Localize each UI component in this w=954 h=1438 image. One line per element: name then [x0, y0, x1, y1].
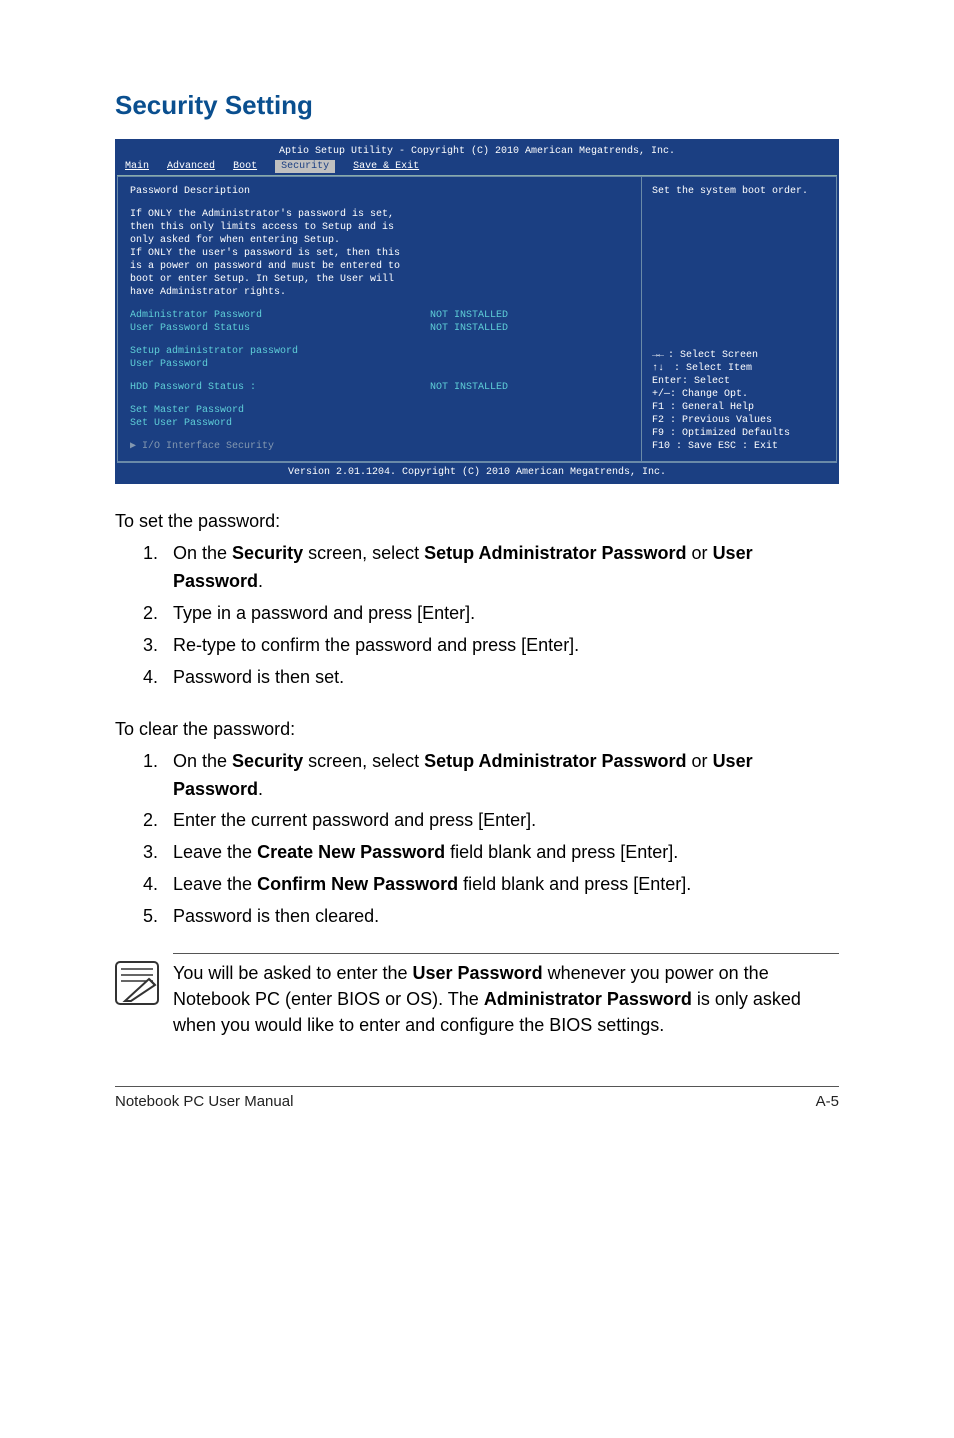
set-user-password-item[interactable]: Set User Password: [130, 417, 629, 430]
bios-help-description: Set the system boot order.: [652, 185, 826, 198]
bios-tab-boot[interactable]: Boot: [233, 160, 257, 173]
admin-password-value: NOT INSTALLED: [430, 309, 508, 322]
password-description-title: Password Description: [130, 185, 629, 198]
io-interface-security-item[interactable]: ▶ I/O Interface Security: [130, 440, 629, 453]
clear-password-steps: On the Security screen, select Setup Adm…: [115, 748, 839, 931]
set-password-steps: On the Security screen, select Setup Adm…: [115, 540, 839, 691]
page-footer: Notebook PC User Manual A-5: [115, 1086, 839, 1110]
set-master-password-item[interactable]: Set Master Password: [130, 404, 629, 417]
bios-left-panel: Password Description If ONLY the Adminis…: [117, 176, 641, 462]
setup-admin-password-item[interactable]: Setup administrator password: [130, 345, 629, 358]
list-item: On the Security screen, select Setup Adm…: [163, 540, 839, 596]
note-text: You will be asked to enter the User Pass…: [173, 953, 839, 1038]
list-item: Enter the current password and press [En…: [163, 807, 839, 835]
bios-tab-bar: Main Advanced Boot Security Save & Exit: [117, 160, 837, 175]
page-number: A-5: [816, 1093, 839, 1110]
list-item: On the Security screen, select Setup Adm…: [163, 748, 839, 804]
footer-title: Notebook PC User Manual: [115, 1093, 293, 1110]
bios-tab-main[interactable]: Main: [125, 160, 149, 173]
clear-password-intro: To clear the password:: [115, 716, 839, 742]
list-item: Leave the Create New Password field blan…: [163, 839, 839, 867]
list-item: Re-type to confirm the password and pres…: [163, 632, 839, 660]
hdd-password-status-value: NOT INSTALLED: [430, 381, 508, 394]
page-heading: Security Setting: [115, 90, 839, 121]
note-box: You will be asked to enter the User Pass…: [115, 953, 839, 1038]
bios-screenshot: Aptio Setup Utility - Copyright (C) 2010…: [115, 139, 839, 484]
user-password-status-value: NOT INSTALLED: [430, 322, 508, 335]
bios-tab-save-exit[interactable]: Save & Exit: [353, 160, 419, 173]
admin-password-label: Administrator Password: [130, 309, 430, 322]
password-description-text: If ONLY the Administrator's password is …: [130, 208, 629, 299]
list-item: Password is then set.: [163, 664, 839, 692]
note-icon: [115, 961, 159, 1005]
set-password-intro: To set the password:: [115, 508, 839, 534]
bios-title: Aptio Setup Utility - Copyright (C) 2010…: [117, 141, 837, 160]
list-item: Leave the Confirm New Password field bla…: [163, 871, 839, 899]
updown-icon: [652, 363, 674, 374]
arrows-icon: [652, 350, 668, 361]
list-item: Password is then cleared.: [163, 903, 839, 931]
bios-tab-advanced[interactable]: Advanced: [167, 160, 215, 173]
user-password-item[interactable]: User Password: [130, 358, 629, 371]
bios-right-panel: Set the system boot order. : Select Scre…: [641, 176, 837, 462]
list-item: Type in a password and press [Enter].: [163, 600, 839, 628]
user-password-status-label: User Password Status: [130, 322, 430, 335]
bios-tab-security[interactable]: Security: [275, 160, 335, 173]
hdd-password-status-label: HDD Password Status :: [130, 381, 430, 394]
bios-footer: Version 2.01.1204. Copyright (C) 2010 Am…: [117, 462, 837, 482]
bios-key-help: : Select Screen : Select Item Enter: Sel…: [652, 349, 826, 453]
